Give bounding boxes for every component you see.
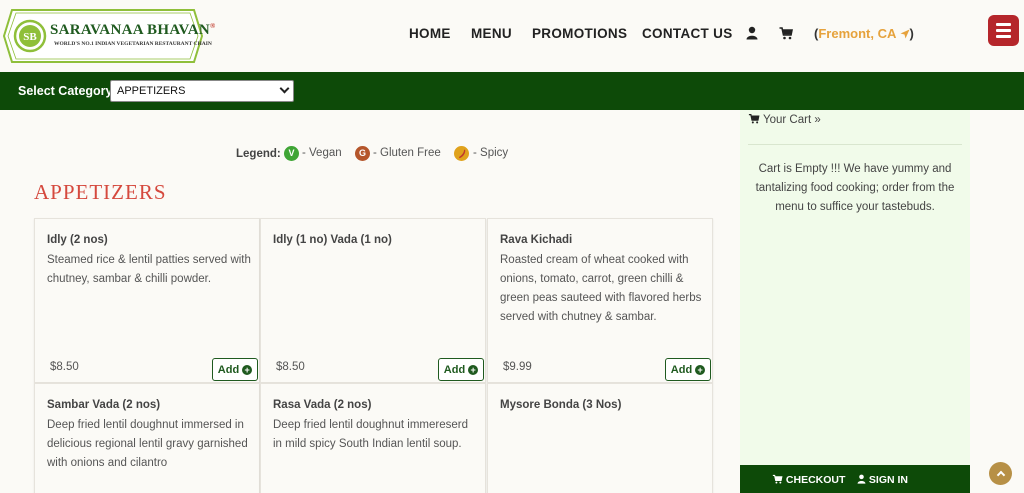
- item-description: Deep fried lentil doughnut immersed in d…: [47, 419, 248, 469]
- scroll-to-top-button[interactable]: [989, 462, 1012, 485]
- item-price: $8.50: [276, 361, 305, 373]
- cart-divider: [748, 144, 962, 145]
- hamburger-icon-bar: [996, 29, 1011, 32]
- cart-heading[interactable]: Your Cart »: [748, 113, 821, 126]
- brand-tagline: WORLD'S NO.1 INDIAN VEGETARIAN RESTAURAN…: [54, 41, 212, 47]
- item-description: Roasted cream of wheat cooked with onion…: [500, 254, 702, 323]
- checkout-button[interactable]: CHECKOUT: [772, 474, 845, 486]
- site-header: SB SARAVANAA BHAVAN® WORLD'S NO.1 INDIAN…: [0, 0, 1024, 72]
- menu-item-card: Rava Kichadi Roasted cream of wheat cook…: [487, 218, 713, 383]
- location-arrow-icon: [900, 29, 909, 39]
- item-price: $9.99: [503, 361, 532, 373]
- add-to-cart-button[interactable]: Add +: [438, 358, 484, 381]
- location-paren-close: ): [909, 26, 914, 41]
- nav-home[interactable]: HOME: [409, 26, 451, 41]
- hamburger-icon-bar: [996, 35, 1011, 38]
- plus-circle-icon: +: [695, 364, 706, 375]
- cart-icon: [748, 113, 760, 124]
- menu-item-card: Mysore Bonda (3 Nos): [487, 383, 713, 493]
- sign-in-button[interactable]: SIGN IN: [857, 474, 908, 486]
- item-description: Deep fried lentil doughnut immereserd in…: [273, 419, 468, 450]
- legend-gluten-free: - Gluten Free: [373, 147, 441, 159]
- item-description: Steamed rice & lentil patties served wit…: [47, 254, 251, 285]
- user-icon: [857, 474, 866, 484]
- add-label: Add: [443, 363, 466, 376]
- location-city: Fremont, CA: [818, 26, 896, 41]
- sign-in-label: SIGN IN: [868, 474, 909, 486]
- category-select[interactable]: APPETIZERS: [110, 80, 294, 102]
- category-bar: Select Category APPETIZERS: [0, 72, 1024, 110]
- nav-promotions[interactable]: PROMOTIONS: [532, 26, 627, 41]
- legend-title: Legend:: [236, 148, 281, 160]
- vegan-icon: V: [284, 146, 299, 161]
- user-icon[interactable]: [746, 26, 760, 40]
- item-name: Sambar Vada (2 nos): [47, 399, 161, 411]
- item-name: Rasa Vada (2 nos): [273, 399, 372, 411]
- plus-circle-icon: +: [468, 364, 479, 375]
- cart-heading-label: Your Cart »: [763, 114, 821, 126]
- nav-menu[interactable]: MENU: [471, 26, 512, 41]
- location-selector[interactable]: (Fremont, CA ): [814, 26, 914, 41]
- menu-item-card: Sambar Vada (2 nos) Deep fried lentil do…: [34, 383, 260, 493]
- hamburger-icon-bar: [996, 23, 1011, 26]
- item-name: Idly (2 nos): [47, 234, 108, 246]
- spicy-icon: [454, 146, 469, 161]
- gluten-free-icon: G: [355, 146, 370, 161]
- cart-sidebar: Your Cart » Cart is Empty !!! We have yu…: [740, 110, 970, 493]
- cart-icon: [772, 474, 783, 484]
- item-name: Mysore Bonda (3 Nos): [500, 399, 622, 411]
- cart-footer: CHECKOUT SIGN IN: [740, 465, 970, 493]
- add-label: Add: [670, 363, 693, 376]
- category-selected-value: APPETIZERS: [117, 85, 186, 97]
- chevron-up-icon: [996, 470, 1005, 480]
- cart-empty-message: Cart is Empty !!! We have yummy and tant…: [755, 163, 955, 213]
- chevron-down-icon: [279, 83, 290, 94]
- svg-text:SB: SB: [23, 31, 37, 43]
- legend-spicy: - Spicy: [473, 147, 509, 159]
- item-name: Idly (1 no) Vada (1 no): [273, 234, 392, 246]
- hamburger-menu-button[interactable]: [988, 15, 1019, 46]
- legend-vegan: - Vegan: [302, 147, 342, 159]
- menu-item-card: Idly (2 nos) Steamed rice & lentil patti…: [34, 218, 260, 383]
- checkout-label: CHECKOUT: [785, 474, 846, 486]
- brand-name: SARAVANAA BHAVAN®: [50, 22, 216, 38]
- cart-icon[interactable]: [779, 26, 793, 40]
- section-title: APPETIZERS: [34, 180, 167, 204]
- add-to-cart-button[interactable]: Add +: [212, 358, 258, 381]
- item-price: $8.50: [50, 361, 79, 373]
- brand-logo[interactable]: SB SARAVANAA BHAVAN® WORLD'S NO.1 INDIAN…: [2, 8, 215, 64]
- menu-item-card: Rasa Vada (2 nos) Deep fried lentil doug…: [260, 383, 486, 493]
- add-to-cart-button[interactable]: Add +: [665, 358, 711, 381]
- menu-item-card: Idly (1 no) Vada (1 no) $8.50 Add +: [260, 218, 486, 383]
- plus-circle-icon: +: [242, 364, 253, 375]
- add-label: Add: [217, 363, 240, 376]
- category-label: Select Category: [18, 84, 113, 98]
- item-name: Rava Kichadi: [500, 234, 573, 246]
- nav-contact[interactable]: CONTACT US: [642, 26, 733, 41]
